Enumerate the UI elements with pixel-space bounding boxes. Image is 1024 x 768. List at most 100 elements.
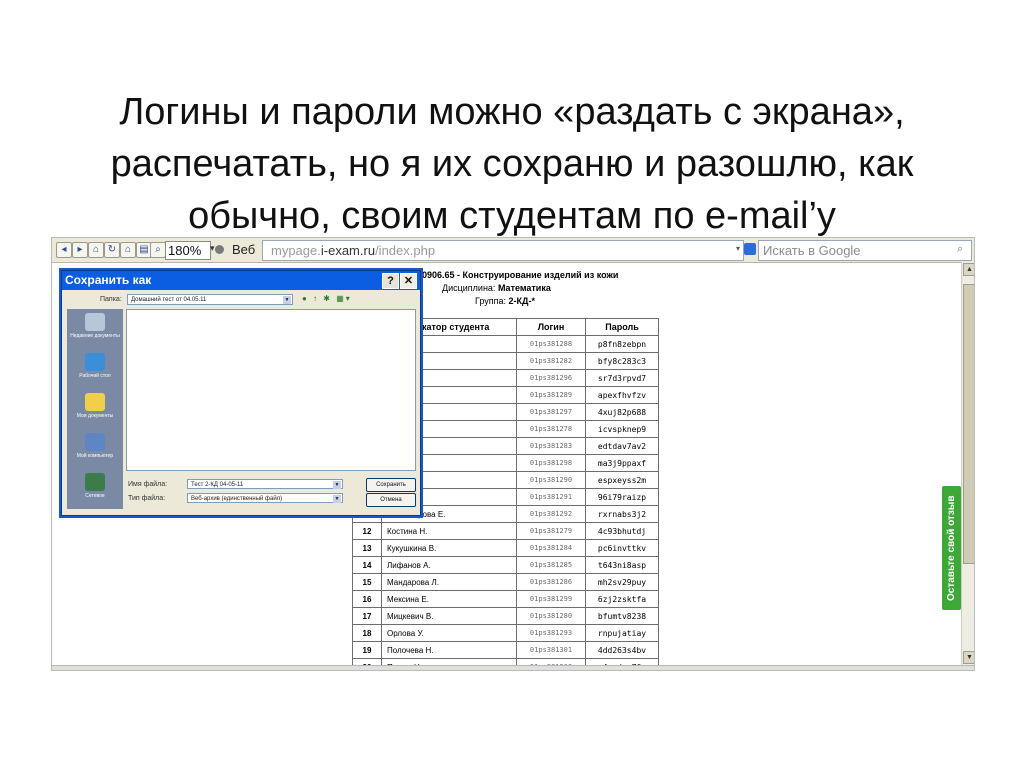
desktop-icon: [85, 353, 105, 371]
place-my-documents[interactable]: Мои документы: [67, 393, 123, 419]
browser-toolbar: ◂ ▸ ⌂ ↻ ⌂ ▤ ⌕ 180% ▾ Веб mypage.i-exam.r…: [52, 238, 974, 263]
folder-select[interactable]: Домашний тест от 04.05.11 ▼: [127, 294, 293, 305]
student-name: Полочева Н.: [381, 641, 517, 659]
forward-icon[interactable]: ▸: [72, 242, 88, 258]
student-password: 4xuj82p688: [585, 403, 659, 421]
student-password: p8fn8zebpn: [585, 335, 659, 353]
place-network[interactable]: Сетевое: [67, 473, 123, 499]
student-login: 01ps381290: [516, 471, 586, 489]
row-number: 12: [352, 522, 382, 540]
student-login: 01ps381279: [516, 522, 586, 540]
student-login: 01ps381284: [516, 539, 586, 557]
row-number: 14: [352, 556, 382, 574]
cancel-button[interactable]: Отмена: [366, 493, 416, 507]
table-row: 16 Мексина Е. 01ps381299 6zj2zsktfa: [352, 590, 659, 608]
discipline-line: Дисциплина: Математика: [442, 283, 551, 293]
scroll-up-icon[interactable]: ▲: [963, 263, 974, 276]
student-password: espxeyss2m: [585, 471, 659, 489]
row-number: 17: [352, 607, 382, 625]
places-bar: Недавние документы Рабочий стол Мои доку…: [67, 309, 123, 509]
address-bar[interactable]: mypage.i-exam.ru/index.php: [262, 240, 744, 261]
save-button[interactable]: Сохранить: [366, 478, 416, 492]
google-icon[interactable]: [744, 243, 756, 255]
search-icon[interactable]: ⌕: [957, 243, 963, 256]
student-login: 01ps381283: [516, 437, 586, 455]
title-line-1: Логины и пароли можно «раздать с экрана»…: [119, 91, 905, 133]
row-number: 16: [352, 590, 382, 608]
student-login: 01ps381280: [516, 607, 586, 625]
student-login: 01ps381301: [516, 641, 586, 659]
scroll-thumb[interactable]: [963, 284, 974, 564]
place-my-computer[interactable]: Мой компьютер: [67, 433, 123, 459]
my-documents-icon: [85, 393, 105, 411]
search-input[interactable]: Искать в Google ⌕: [758, 240, 972, 261]
feedback-tab[interactable]: Оставьте свой отзыв: [942, 486, 961, 610]
slide-title: Логины и пароли можно «раздать с экрана»…: [40, 86, 984, 242]
student-name: Кукушкина В.: [381, 539, 517, 557]
browser-screenshot: ◂ ▸ ⌂ ↻ ⌂ ▤ ⌕ 180% ▾ Веб mypage.i-exam.r…: [51, 237, 975, 671]
chevron-down-icon[interactable]: ▾: [210, 243, 215, 254]
student-password: t643ni8asp: [585, 556, 659, 574]
student-login: 01ps381289: [516, 386, 586, 404]
student-login: 01ps381299: [516, 590, 586, 608]
dialog-title: Сохранить как: [62, 271, 420, 290]
table-row: 19 Полочева Н. 01ps381301 4dd263s4bv: [352, 641, 659, 659]
student-password: rxrnabs3j2: [585, 505, 659, 523]
student-password: 4c93bhutdj: [585, 522, 659, 540]
file-list[interactable]: [126, 309, 416, 471]
group-line: Группа: 2-КД-*: [475, 296, 535, 306]
student-name: Костина Н.: [381, 522, 517, 540]
zoom-icon[interactable]: ⌕: [150, 242, 166, 258]
url-text: mypage.i-exam.ru/index.php: [271, 243, 436, 258]
help-icon[interactable]: ?: [382, 273, 399, 289]
student-password: mh2sv29puy: [585, 573, 659, 591]
url-dropdown-icon[interactable]: ▾: [736, 244, 740, 253]
filetype-select[interactable]: Веб-архив (единственный файл) ▼: [187, 493, 343, 503]
reload-icon[interactable]: ↻: [104, 242, 120, 258]
folder-nav-icons[interactable]: ● ↑ ✱ ▦▾: [302, 294, 352, 303]
table-row: 13 Кукушкина В. 01ps381284 pc6invttkv: [352, 539, 659, 557]
student-login: 01ps381293: [516, 624, 586, 642]
place-desktop[interactable]: Рабочий стол: [67, 353, 123, 379]
student-password: ma3j9ppaxf: [585, 454, 659, 472]
student-password: 96i79raizp: [585, 488, 659, 506]
vertical-scrollbar[interactable]: ▲ ▼: [961, 262, 974, 665]
student-login: 01ps381288: [516, 335, 586, 353]
folder-label: Папка:: [100, 296, 122, 303]
close-icon[interactable]: ✕: [400, 273, 417, 289]
student-name: Орлова У.: [381, 624, 517, 642]
taskbar: [52, 665, 974, 670]
table-row: 14 Лифанов А. 01ps381285 t643ni8asp: [352, 556, 659, 574]
student-password: 6zj2zsktfa: [585, 590, 659, 608]
place-recent[interactable]: Недавние документы: [67, 313, 123, 339]
home-icon[interactable]: ⌂: [88, 242, 104, 258]
web-label[interactable]: Веб: [232, 242, 255, 257]
student-password: sr7d3rpvd7: [585, 369, 659, 387]
student-password: bfumtv8238: [585, 607, 659, 625]
search-placeholder: Искать в Google: [763, 243, 861, 258]
column-password: Пароль: [585, 318, 659, 336]
network-icon: [85, 473, 105, 491]
student-name: Лифанов А.: [381, 556, 517, 574]
student-login: 01ps381296: [516, 369, 586, 387]
chevron-down-icon[interactable]: ▼: [283, 296, 291, 304]
student-login: 01ps381292: [516, 505, 586, 523]
student-login: 01ps381278: [516, 420, 586, 438]
chevron-down-icon[interactable]: ▼: [333, 481, 341, 489]
scroll-down-icon[interactable]: ▼: [963, 651, 974, 664]
zoom-level[interactable]: 180%: [165, 241, 211, 260]
chevron-down-icon[interactable]: ▼: [333, 495, 341, 503]
row-number: 13: [352, 539, 382, 557]
student-password: edtdav7av2: [585, 437, 659, 455]
student-password: rnpujatiay: [585, 624, 659, 642]
house-icon[interactable]: ⌂: [120, 242, 136, 258]
back-icon[interactable]: ◂: [56, 242, 72, 258]
save-as-dialog: Сохранить как ? ✕ Папка: Домашний тест о…: [61, 270, 421, 516]
row-number: 15: [352, 573, 382, 591]
my-computer-icon: [85, 433, 105, 451]
table-row: 12 Костина Н. 01ps381279 4c93bhutdj: [352, 522, 659, 540]
student-login: 01ps381285: [516, 556, 586, 574]
filename-input[interactable]: Тест 2-КД 04-05-11 ▼: [187, 479, 343, 489]
column-login: Логин: [516, 318, 586, 336]
student-name: Мицкевич В.: [381, 607, 517, 625]
